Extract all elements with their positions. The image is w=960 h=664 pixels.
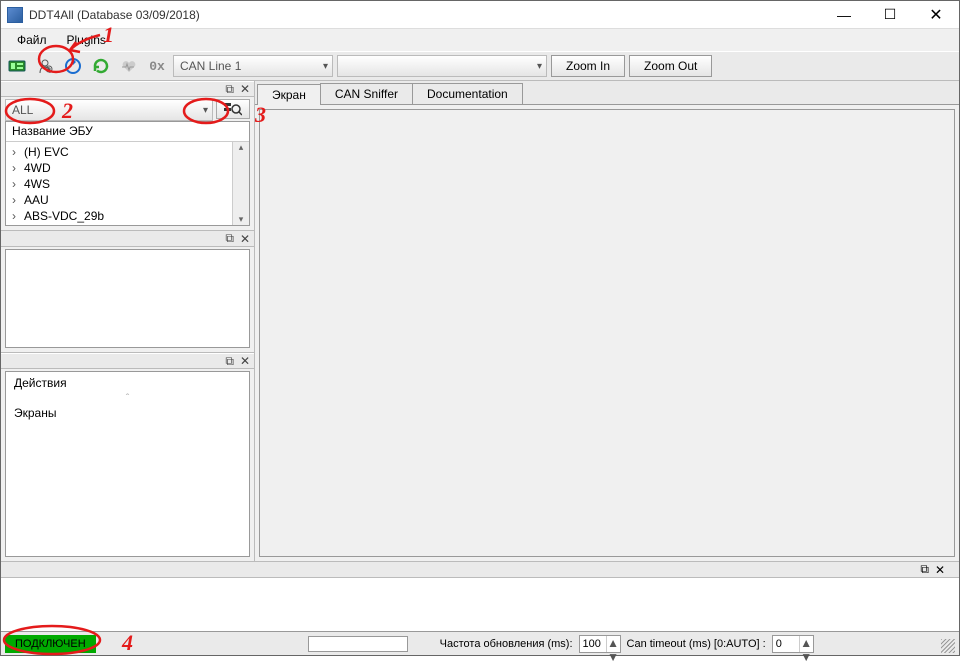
- toolbar: 0x CAN Line 1 Zoom In Zoom Out: [1, 51, 959, 81]
- timeout-spinbox[interactable]: 0▲▼: [772, 635, 814, 653]
- tab-screen[interactable]: Экран: [257, 84, 321, 105]
- pane1-header: ⧉ ✕: [1, 81, 254, 97]
- log-float-icon[interactable]: ⧉: [920, 562, 929, 577]
- window-title: DDT4All (Database 03/09/2018): [29, 8, 821, 22]
- freq-spinbox[interactable]: 100▲▼: [579, 635, 621, 653]
- reload-button[interactable]: [89, 54, 113, 78]
- titlebar: DDT4All (Database 03/09/2018) — ☐ ✕: [1, 1, 959, 29]
- minimize-button[interactable]: —: [821, 1, 867, 28]
- ecu-filter-select[interactable]: ALL: [5, 99, 213, 121]
- maximize-button[interactable]: ☐: [867, 1, 913, 28]
- can-line-select[interactable]: CAN Line 1: [173, 55, 333, 77]
- tree-scrollbar[interactable]: [232, 142, 249, 225]
- pane1-close-icon[interactable]: ✕: [240, 82, 250, 96]
- menubar: Файл Plugins: [1, 29, 959, 51]
- connection-status: ПОДКЛЮЧЕН: [5, 635, 96, 653]
- content-area: [259, 109, 955, 557]
- heartbeat-button[interactable]: [117, 54, 141, 78]
- tab-documentation[interactable]: Documentation: [412, 83, 523, 104]
- tree-item[interactable]: 4WS: [12, 176, 249, 192]
- progress-bar: [308, 636, 408, 652]
- zoom-in-button[interactable]: Zoom In: [551, 55, 625, 77]
- right-panel: Экран CAN Sniffer Documentation: [255, 81, 959, 561]
- pane3-header: ⧉ ✕: [1, 353, 254, 369]
- panel-splitter[interactable]: ˆ: [6, 394, 249, 402]
- hex-button[interactable]: 0x: [145, 54, 169, 78]
- freq-label: Частота обновления (ms):: [440, 638, 573, 650]
- tree-header: Название ЭБУ: [6, 122, 249, 142]
- scan-button[interactable]: [216, 99, 250, 119]
- tree-item[interactable]: (H) EVC: [12, 144, 249, 160]
- tree-item[interactable]: AAU: [12, 192, 249, 208]
- close-button[interactable]: ✕: [913, 1, 959, 28]
- tree-item[interactable]: 4WD: [12, 160, 249, 176]
- expert-mode-button[interactable]: [33, 54, 57, 78]
- ecu-select[interactable]: [337, 55, 547, 77]
- log-close-icon[interactable]: ✕: [935, 563, 945, 577]
- pane2-header: ⧉ ✕: [1, 231, 254, 247]
- resize-grip[interactable]: [941, 639, 955, 653]
- log-panel: ⧉ ✕: [1, 561, 959, 631]
- actions-label: Действия: [6, 372, 249, 394]
- pane2-float-icon[interactable]: ⧉: [225, 231, 234, 246]
- zoom-out-button[interactable]: Zoom Out: [629, 55, 712, 77]
- tabs: Экран CAN Sniffer Documentation: [255, 81, 959, 105]
- left-sidebar: ⧉ ✕ ALL Название ЭБУ (H) EVC4WD4WSAAUABS…: [1, 81, 255, 561]
- app-icon: [7, 7, 23, 23]
- menu-plugins[interactable]: Plugins: [59, 31, 114, 49]
- pane3-close-icon[interactable]: ✕: [240, 354, 250, 368]
- menu-file[interactable]: Файл: [9, 31, 55, 49]
- pane2-body: [5, 249, 250, 348]
- log-body: [1, 578, 959, 631]
- pane2-close-icon[interactable]: ✕: [240, 232, 250, 246]
- screens-label: Экраны: [6, 402, 249, 424]
- pane1-float-icon[interactable]: ⧉: [225, 82, 234, 97]
- tree-item[interactable]: ABS/ESC: [12, 224, 249, 226]
- connect-ecu-button[interactable]: [5, 54, 29, 78]
- timeout-label: Can timeout (ms) [0:AUTO] :: [627, 638, 766, 650]
- tree-item[interactable]: ABS-VDC_29b: [12, 208, 249, 224]
- refresh-button[interactable]: [61, 54, 85, 78]
- ecu-tree[interactable]: Название ЭБУ (H) EVC4WD4WSAAUABS-VDC_29b…: [5, 121, 250, 226]
- pane3-float-icon[interactable]: ⧉: [225, 354, 234, 369]
- statusbar: ПОДКЛЮЧЕН Частота обновления (ms): 100▲▼…: [1, 631, 959, 655]
- tab-can-sniffer[interactable]: CAN Sniffer: [320, 83, 413, 104]
